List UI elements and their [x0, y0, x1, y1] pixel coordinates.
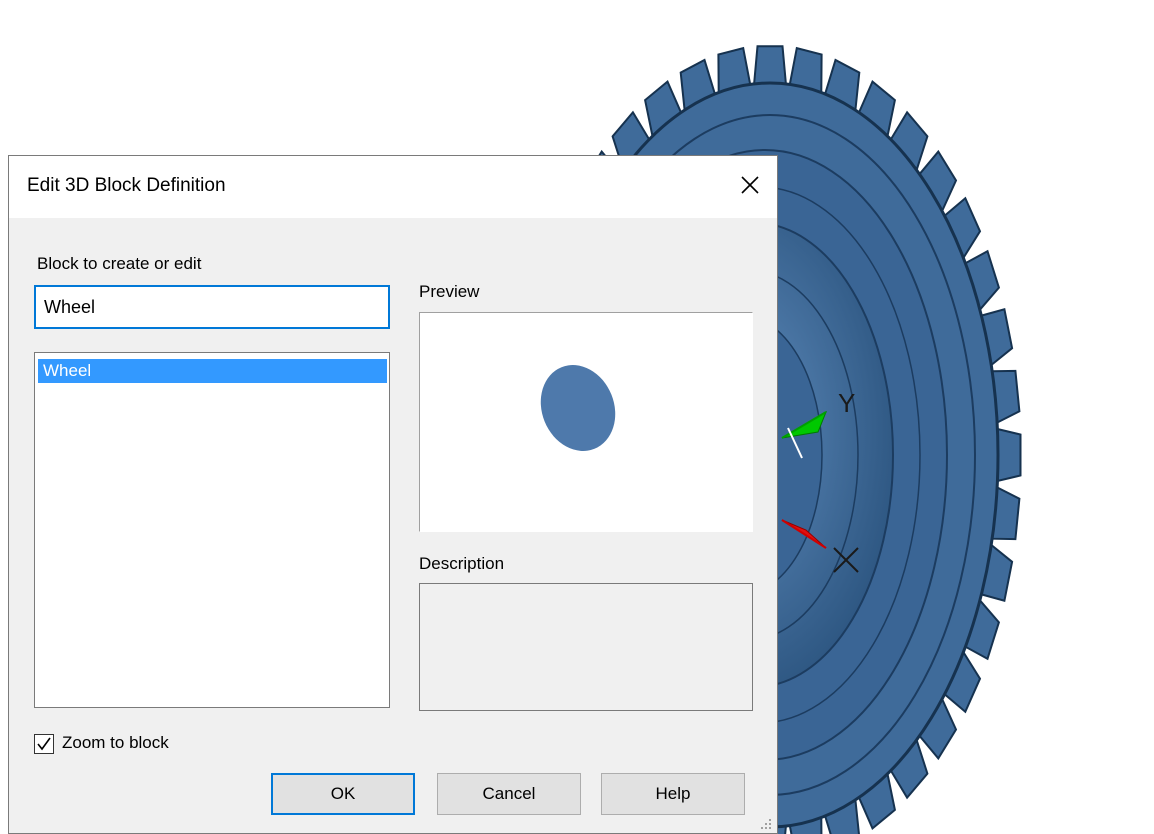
- preview-label: Preview: [419, 282, 480, 301]
- ok-button[interactable]: OK: [271, 773, 415, 815]
- help-button[interactable]: Help: [601, 773, 745, 815]
- zoom-to-block-label[interactable]: Zoom to block: [62, 733, 169, 753]
- preview-thumbnail: [540, 365, 616, 451]
- block-label: Block to create or edit: [37, 254, 202, 273]
- description-field[interactable]: [419, 583, 753, 711]
- dialog-title: Edit 3D Block Definition: [27, 175, 226, 196]
- zoom-to-block-checkbox[interactable]: [34, 734, 54, 754]
- checkmark-icon: [37, 737, 51, 751]
- cancel-button[interactable]: Cancel: [437, 773, 581, 815]
- dialog-titlebar[interactable]: Edit 3D Block Definition: [9, 156, 777, 218]
- gear-tooth: [753, 45, 787, 85]
- close-icon[interactable]: [733, 168, 767, 202]
- description-label: Description: [419, 554, 505, 573]
- axis-label-y: Y: [838, 388, 855, 418]
- block-list[interactable]: Wheel: [34, 352, 390, 708]
- list-item[interactable]: Wheel: [38, 359, 387, 383]
- edit-3d-block-definition-dialog: Edit 3D Block Definition Block to create…: [8, 155, 778, 834]
- gear-tooth: [996, 427, 1022, 483]
- resize-grip-icon[interactable]: [759, 817, 773, 831]
- block-name-input[interactable]: [34, 285, 390, 329]
- preview-pane: [419, 312, 753, 532]
